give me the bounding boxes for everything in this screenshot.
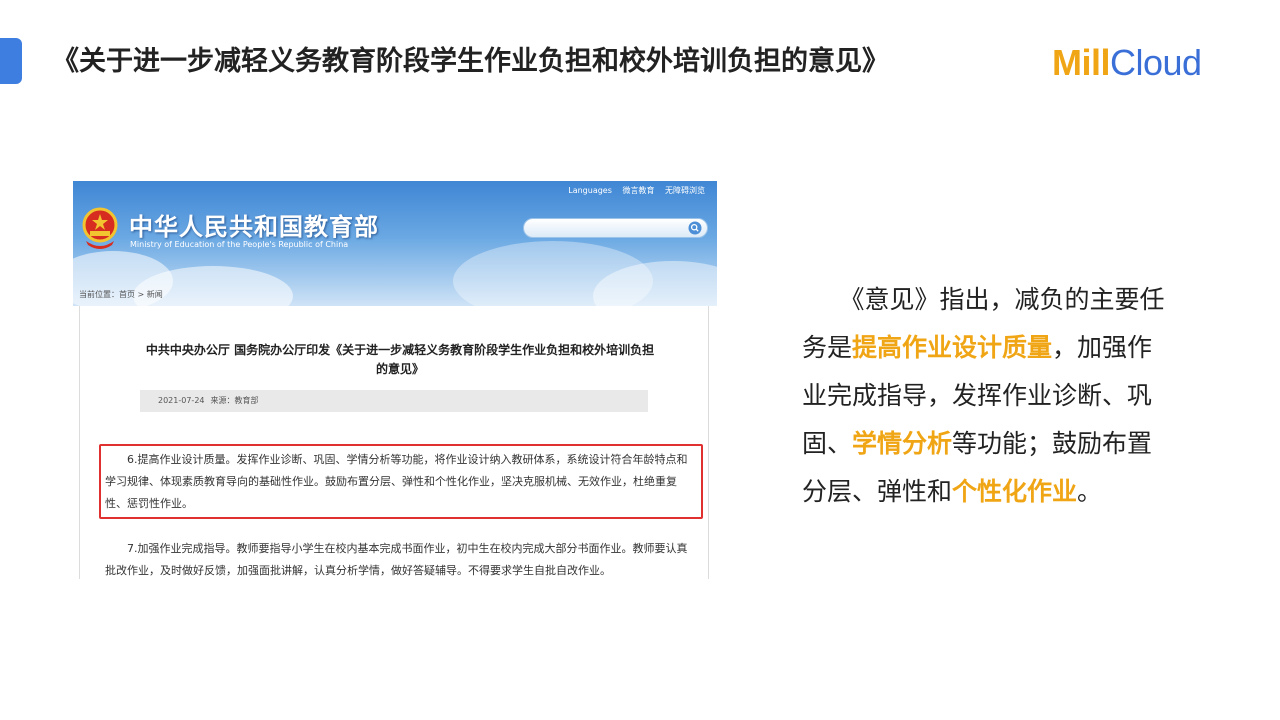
millcloud-logo: MillCloud (1052, 36, 1202, 90)
summary-line-1-text: 《意见》指出，减负的主要任 (839, 285, 1165, 314)
summary-line-1: 《意见》指出，减负的主要任 (802, 276, 1202, 324)
summary-text-segment: 分层、弹性和 (802, 477, 953, 506)
policy-webpage-screenshot: Languages 微言教育 无障碍浏览 中华人民共和国教育部 Ministry… (73, 181, 717, 579)
accessibility-link[interactable]: 无障碍浏览 (665, 186, 705, 195)
highlight-personalized-homework: 个性化作业 (952, 477, 1078, 506)
highlight-design-quality: 提高作业设计质量 (852, 333, 1053, 362)
summary-text: 《意见》指出，减负的主要任 务是提高作业设计质量，加强作 业完成指导，发挥作业诊… (802, 276, 1202, 516)
article-body: 中共中央办公厅 国务院办公厅印发《关于进一步减轻义务教育阶段学生作业负担和校外培… (79, 306, 709, 579)
summary-text-segment: 。 (1077, 477, 1103, 506)
summary-text-segment: ，加强作 (1052, 333, 1153, 362)
weiyan-link[interactable]: 微言教育 (622, 186, 654, 195)
summary-text-segment: 业完成指导，发挥作业诊断、巩 (802, 381, 1153, 410)
summary-line-4: 固、学情分析等功能；鼓励布置 (802, 420, 1202, 468)
ministry-english-name: Ministry of Education of the People's Re… (130, 240, 349, 249)
logo-cloud-text: Cloud (1110, 42, 1202, 83)
paragraph-7: 7.加强作业完成指导。教师要指导小学生在校内基本完成书面作业，初中生在校内完成大… (105, 542, 688, 577)
article-date: 2021-07-24 (158, 396, 205, 405)
search-icon[interactable] (688, 221, 702, 235)
ministry-header-banner: Languages 微言教育 无障碍浏览 中华人民共和国教育部 Ministry… (73, 181, 717, 306)
languages-link[interactable]: Languages (568, 186, 612, 195)
summary-text-segment: 固、 (802, 429, 853, 458)
article-meta-bar: 2021-07-24 来源：教育部 (140, 390, 648, 412)
summary-line-3: 业完成指导，发挥作业诊断、巩 (802, 372, 1202, 420)
breadcrumb: 当前位置：首页 > 新闻 (79, 290, 163, 299)
summary-text-segment: 务是 (802, 333, 853, 362)
header-top-links: Languages 微言教育 无障碍浏览 (560, 185, 705, 196)
article-title: 中共中央办公厅 国务院办公厅印发《关于进一步减轻义务教育阶段学生作业负担和校外培… (145, 343, 655, 376)
highlight-learning-analysis: 学情分析 (852, 429, 953, 458)
national-emblem-icon (82, 207, 118, 249)
logo-mill-text: Mill (1052, 42, 1111, 83)
ministry-name: 中华人民共和国教育部 (129, 213, 379, 241)
title-accent-bar (0, 38, 22, 84)
slide-title: 《关于进一步减轻义务教育阶段学生作业负担和校外培训负担的意见》 (52, 46, 889, 77)
red-highlight-box (99, 444, 703, 519)
summary-text-segment: 等功能；鼓励布置 (952, 429, 1153, 458)
article-source: 来源：教育部 (210, 396, 259, 405)
site-search-input[interactable] (523, 218, 708, 238)
summary-line-2: 务是提高作业设计质量，加强作 (802, 324, 1202, 372)
summary-line-5: 分层、弹性和个性化作业。 (802, 468, 1202, 516)
